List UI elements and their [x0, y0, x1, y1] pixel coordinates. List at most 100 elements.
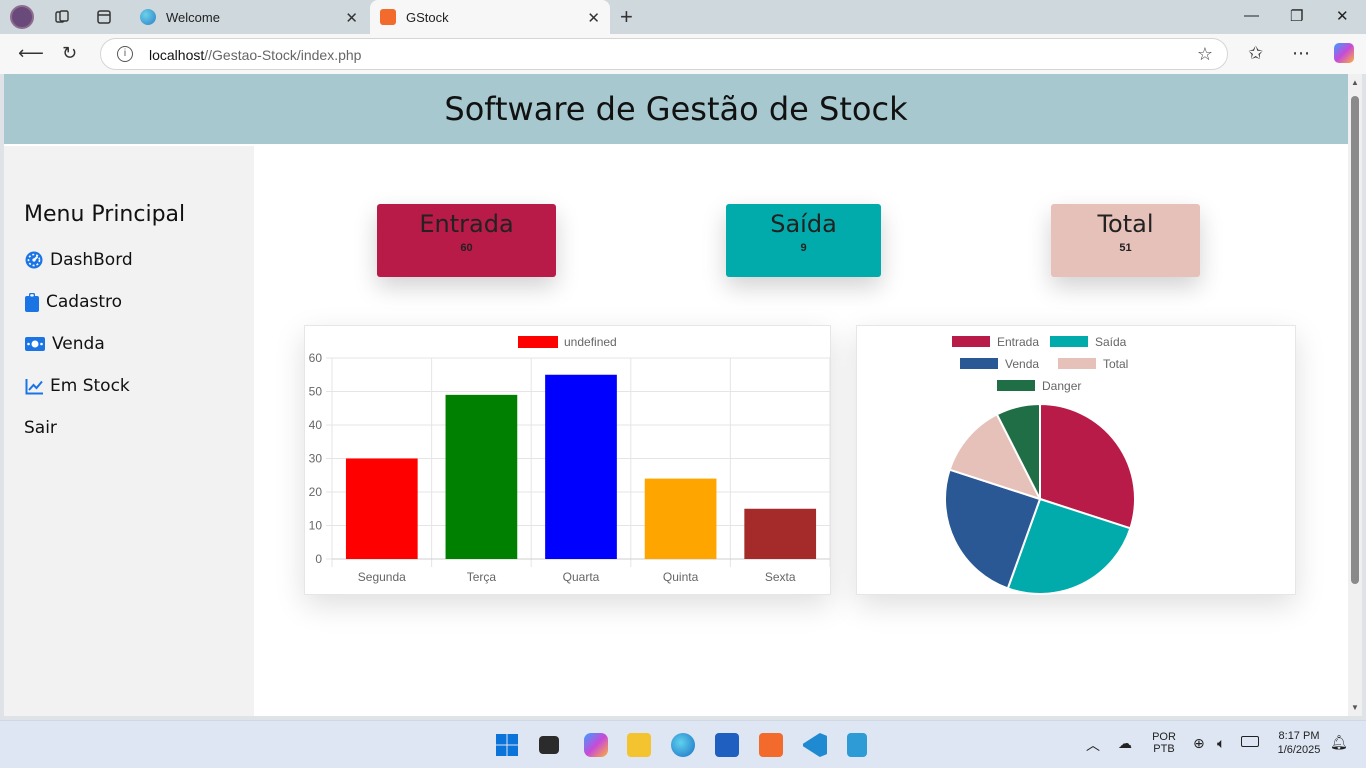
more-menu-icon[interactable]: ⋯: [1292, 43, 1310, 64]
copilot-taskbar-icon[interactable]: [584, 733, 608, 757]
tab-actions-icon[interactable]: [94, 7, 114, 27]
tab-gstock[interactable]: GStock ✕: [370, 0, 610, 34]
dashboard-main: Entrada 60 Saída 9 Total 51 undefined 0 10…: [254, 154, 1348, 716]
y-tick-label: 60: [309, 351, 323, 365]
clock[interactable]: 8:17 PM 1/6/2025: [1268, 730, 1330, 756]
y-tick-label: 20: [309, 485, 323, 499]
x-tick-label: Sexta: [765, 570, 796, 584]
legend-swatch: [952, 336, 990, 347]
close-tab-icon[interactable]: ✕: [587, 9, 600, 27]
language-indicator[interactable]: POR PTB: [1150, 731, 1178, 755]
page-viewport: Software de Gestão de Stock Menu Princip…: [4, 74, 1348, 716]
refresh-icon[interactable]: ↻: [62, 43, 77, 64]
tab-gstock-label: GStock: [406, 9, 449, 25]
legend-swatch: [1050, 336, 1088, 347]
workspaces-icon[interactable]: [52, 7, 72, 27]
line-chart-icon: [24, 376, 44, 396]
legend-swatch: [518, 336, 558, 348]
card-value: 51: [1119, 242, 1132, 254]
favorites-icon[interactable]: ✩: [1248, 43, 1263, 64]
x-tick-label: Terça: [467, 570, 497, 584]
battery-icon[interactable]: [1241, 736, 1259, 747]
volume-icon[interactable]: 🔈︎: [1217, 735, 1225, 752]
minimize-icon[interactable]: —: [1244, 7, 1259, 24]
card-title: Saída: [770, 210, 837, 238]
bar-chart-panel: undefined 0 10 20 30 40 50 60 Segunda Terça Quarta…: [304, 325, 831, 595]
start-windows-icon[interactable]: [495, 733, 519, 757]
url-text[interactable]: localhost//Gestao-Stock/index.php: [149, 47, 361, 63]
page-header: Software de Gestão de Stock: [4, 74, 1348, 144]
page-title: Software de Gestão de Stock: [444, 90, 908, 128]
bar-terça: [445, 394, 518, 559]
task-view-icon[interactable]: [539, 736, 559, 754]
address-toolbar: ⟵ ↻ i localhost//Gestao-Stock/index.php …: [0, 34, 1366, 74]
back-arrow-icon[interactable]: ⟵: [18, 43, 44, 64]
x-tick-label: Quinta: [663, 570, 699, 584]
restore-icon[interactable]: ❐: [1290, 7, 1303, 25]
legend-label: Saída: [1095, 335, 1127, 349]
x-tick-label: Quarta: [563, 570, 600, 584]
notifications-bell-icon[interactable]: 🔔︎: [1330, 734, 1348, 751]
sidebar-item-label: Venda: [52, 334, 105, 354]
scrollbar-thumb[interactable]: [1351, 96, 1359, 584]
xampp-icon[interactable]: [759, 733, 783, 757]
tray-chevron-icon[interactable]: ︿: [1086, 735, 1100, 755]
y-tick-label: 50: [309, 385, 323, 399]
y-tick-label: 40: [309, 418, 323, 432]
new-tab-icon[interactable]: +: [620, 4, 633, 30]
page-scrollbar[interactable]: ▲ ▼: [1348, 74, 1362, 716]
card-entrada: Entrada 60: [377, 204, 556, 277]
file-explorer-icon[interactable]: [627, 733, 651, 757]
network-icon[interactable]: ⊕: [1193, 735, 1205, 752]
profile-avatar[interactable]: [10, 5, 34, 29]
card-total: Total 51: [1051, 204, 1200, 277]
sidebar-item-cadastro[interactable]: Cadastro: [24, 292, 122, 312]
y-tick-label: 0: [315, 552, 322, 566]
legend-swatch: [1058, 358, 1096, 369]
favorite-star-icon[interactable]: ☆: [1197, 44, 1213, 65]
scroll-up-icon[interactable]: ▲: [1351, 78, 1359, 87]
legend-label: Entrada: [997, 335, 1039, 349]
legend-label: undefined: [564, 335, 617, 349]
onedrive-icon[interactable]: ☁: [1118, 735, 1132, 752]
site-info-icon[interactable]: i: [117, 46, 133, 62]
legend-label: Danger: [1042, 379, 1081, 393]
sidebar-item-label: Sair: [24, 418, 57, 438]
card-title: Entrada: [419, 210, 514, 238]
clipboard-icon: [24, 292, 40, 312]
x-tick-label: Segunda: [358, 570, 406, 584]
tab-welcome[interactable]: Welcome ✕: [130, 0, 368, 34]
edge-taskbar-icon[interactable]: [671, 733, 695, 757]
vscode-icon[interactable]: [803, 733, 827, 757]
sidebar-item-dashbord[interactable]: DashBord: [24, 250, 133, 270]
legend-swatch: [997, 380, 1035, 391]
browser-tab-bar: Welcome ✕ GStock ✕ + — ❐ ✕: [0, 0, 1366, 34]
windows-taskbar: ︿ ☁ POR PTB ⊕ 🔈︎ 8:17 PM 1/6/2025 🔔︎: [0, 720, 1366, 768]
sidebar-item-em-stock[interactable]: Em Stock: [24, 376, 130, 396]
notepad-icon[interactable]: [847, 733, 867, 757]
edge-favicon-icon: [140, 9, 156, 25]
bar-quinta: [644, 478, 717, 559]
money-bill-icon: [24, 334, 46, 354]
card-value: 9: [800, 242, 807, 254]
close-tab-icon[interactable]: ✕: [345, 9, 358, 27]
sidebar-item-sair[interactable]: Sair: [24, 418, 57, 438]
sidebar-item-venda[interactable]: Venda: [24, 334, 105, 354]
bar-chart: undefined 0 10 20 30 40 50 60 Segunda Terça Quarta…: [309, 335, 831, 584]
pie-chart-panel: Entrada Saída Venda Total Danger: [856, 325, 1296, 595]
legend-label: Total: [1103, 357, 1128, 371]
card-title: Total: [1097, 210, 1154, 238]
y-tick-label: 30: [309, 452, 323, 466]
sidebar: Menu Principal DashBord Cadastro Venda E…: [4, 146, 254, 716]
sidebar-heading: Menu Principal: [24, 202, 186, 227]
sidebar-item-label: Cadastro: [46, 292, 123, 312]
copilot-icon[interactable]: [1334, 43, 1354, 63]
store-icon[interactable]: [715, 733, 739, 757]
scroll-down-icon[interactable]: ▼: [1351, 703, 1359, 712]
url-bar[interactable]: i localhost//Gestao-Stock/index.php ☆: [100, 38, 1228, 70]
card-saida: Saída 9: [726, 204, 881, 277]
legend-swatch: [960, 358, 998, 369]
close-window-icon[interactable]: ✕: [1336, 7, 1349, 25]
bar-segunda: [345, 458, 418, 559]
bar-quarta: [545, 374, 617, 559]
